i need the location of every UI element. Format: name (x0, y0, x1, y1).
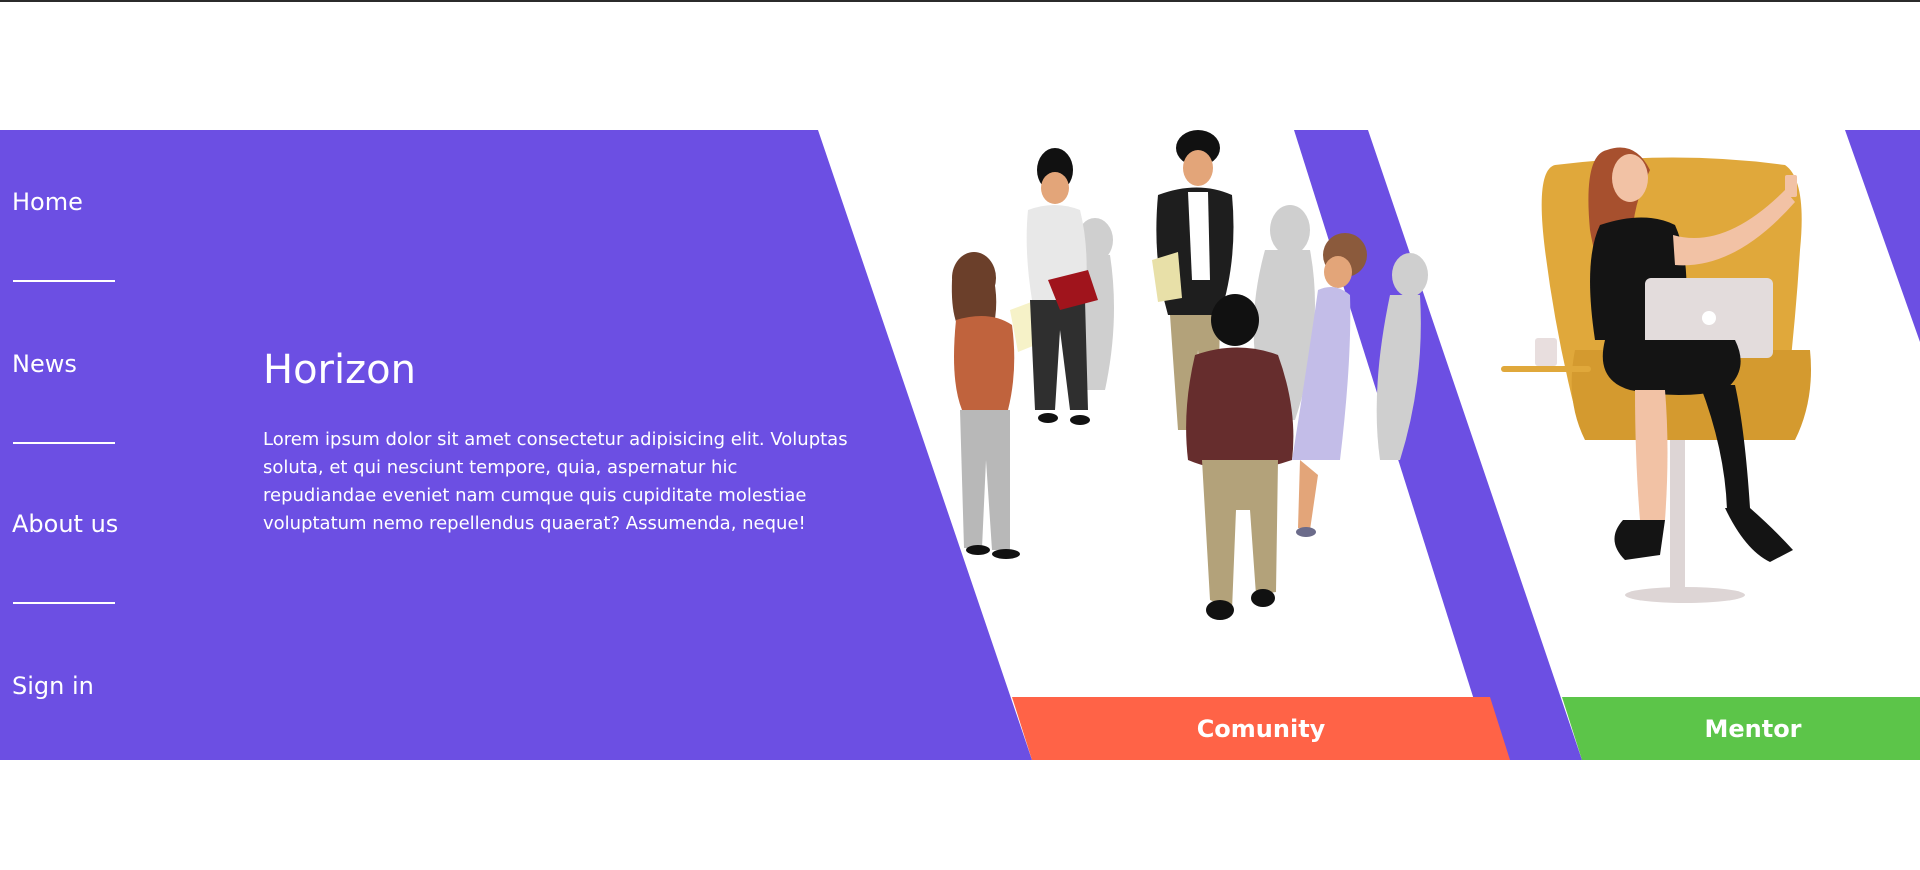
hero-content: Horizon Lorem ipsum dolor sit amet conse… (263, 350, 853, 538)
community-people-illustration (951, 130, 1428, 620)
top-border (0, 0, 1920, 2)
page-title: Horizon (263, 347, 416, 393)
mentor-button[interactable]: Mentor (1562, 697, 1920, 760)
community-button-label: Comunity (1196, 714, 1326, 743)
hero-band: Home News About us Sign in Horizon Lorem… (0, 130, 1920, 760)
nav-divider (13, 442, 115, 444)
nav-divider (13, 602, 115, 604)
mentor-button-label: Mentor (1704, 714, 1802, 743)
nav-about-us[interactable]: About us (12, 510, 118, 538)
nav-divider (13, 280, 115, 282)
nav-sign-in[interactable]: Sign in (12, 672, 94, 700)
hero-description: Lorem ipsum dolor sit amet consectetur a… (263, 429, 848, 534)
mentor-laptop-illustration (1501, 147, 1811, 603)
sidebar-nav: Home News About us Sign in (0, 130, 160, 760)
community-button[interactable]: Comunity (1012, 697, 1510, 760)
nav-news[interactable]: News (12, 350, 77, 378)
nav-home[interactable]: Home (12, 188, 83, 216)
